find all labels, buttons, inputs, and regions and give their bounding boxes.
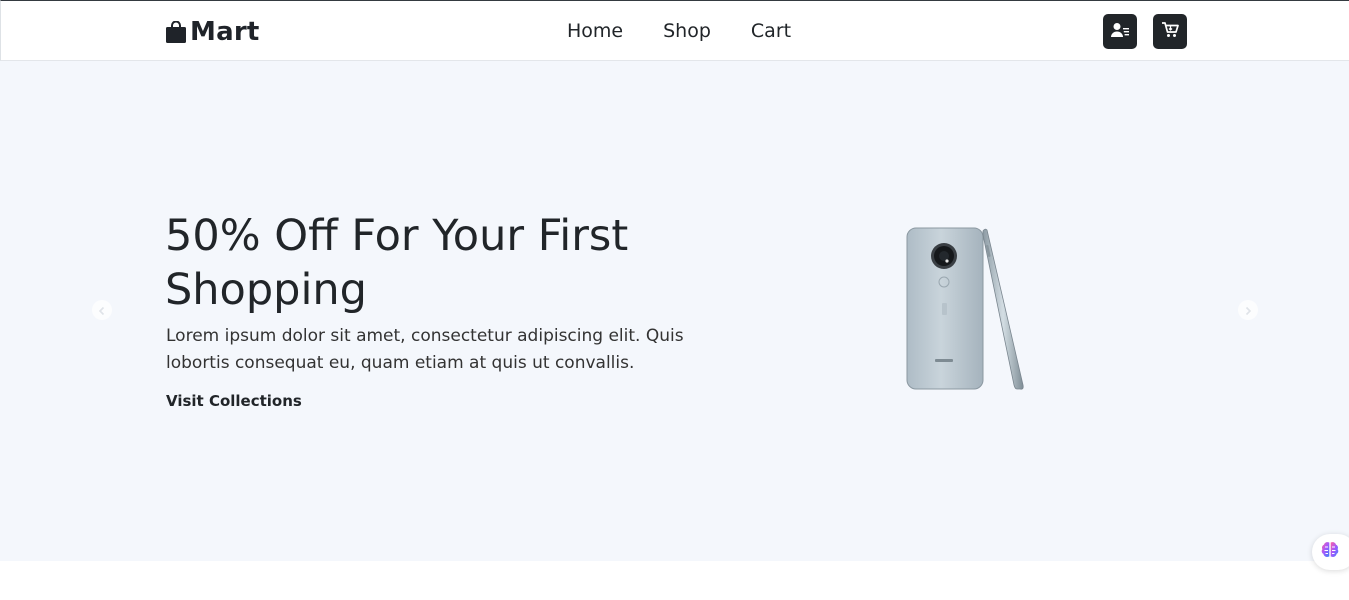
carousel-prev-button[interactable] [92, 300, 112, 320]
hero-title: 50% Off For Your First Shopping [165, 211, 629, 315]
shopping-bag-icon [166, 20, 186, 43]
visit-collections-link[interactable]: Visit Collections [166, 392, 302, 410]
nav-link-home[interactable]: Home [567, 15, 623, 47]
brain-icon [1320, 540, 1340, 564]
chevron-right-icon [1243, 301, 1253, 320]
main-nav: Home Shop Cart [567, 15, 791, 47]
smartphone-product-image [903, 225, 1027, 393]
cart-icon [1161, 21, 1179, 42]
hero-description: Lorem ipsum dolor sit amet, consectetur … [166, 326, 684, 373]
brand-name: Mart [190, 17, 260, 47]
assistant-widget-button[interactable] [1312, 534, 1349, 570]
carousel-next-button[interactable] [1238, 300, 1258, 320]
nav-link-shop[interactable]: Shop [663, 15, 711, 47]
navbar: Mart Home Shop Cart [0, 0, 1349, 61]
brand-logo[interactable]: Mart [166, 15, 259, 49]
hero-carousel: 50% Off For Your First Shopping Lorem ip… [0, 61, 1349, 561]
chevron-left-icon [97, 301, 107, 320]
user-button[interactable] [1103, 14, 1137, 49]
nav-link-cart[interactable]: Cart [751, 15, 791, 47]
cart-button[interactable] [1153, 14, 1187, 49]
user-list-icon [1111, 22, 1129, 42]
